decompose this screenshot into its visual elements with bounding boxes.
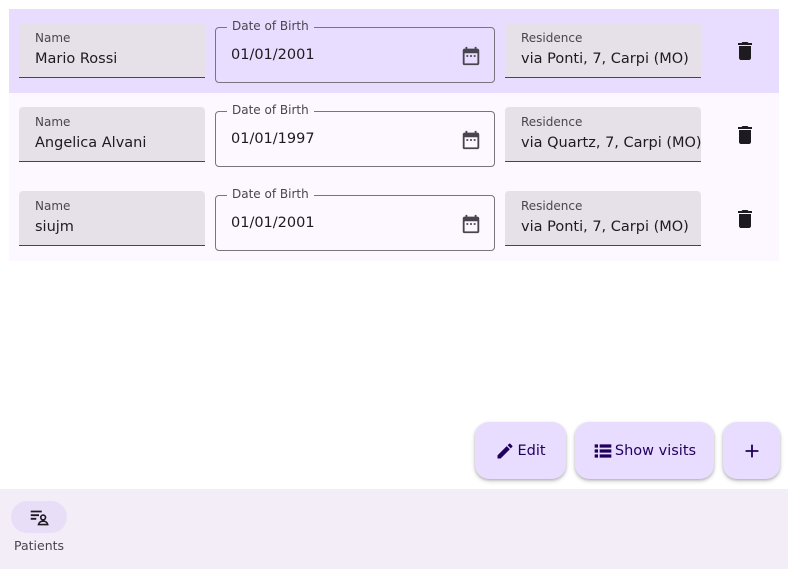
date-of-birth-field[interactable]: Date of Birth 01/01/2001 xyxy=(215,187,495,251)
name-field[interactable]: Name siujm xyxy=(19,191,205,246)
residence-field[interactable]: Residence via Quartz, 7, Carpi (MO) xyxy=(505,107,702,162)
date-of-birth-field[interactable]: Date of Birth 01/01/2001 xyxy=(215,19,495,83)
pencil-icon xyxy=(497,442,513,458)
name-label: Name xyxy=(35,115,71,129)
date-of-birth-value: 01/01/2001 xyxy=(231,215,315,231)
date-of-birth-label: Date of Birth xyxy=(227,103,314,117)
name-value: Mario Rossi xyxy=(35,51,118,67)
residence-value: via Ponti, 7, Carpi (MO) xyxy=(521,51,689,67)
date-of-birth-value: 01/01/1997 xyxy=(231,131,315,147)
patient-row[interactable]: Name siujm Date of Birth 01/01/2001 Resi… xyxy=(9,177,779,261)
show-visits-button-label: Show visits xyxy=(614,442,697,459)
trash-icon[interactable] xyxy=(733,123,757,147)
residence-value: via Quartz, 7, Carpi (MO) xyxy=(521,135,702,151)
name-label: Name xyxy=(35,199,71,213)
patient-list: Name Mario Rossi Date of Birth 01/01/200… xyxy=(9,9,779,261)
patient-row[interactable]: Name Mario Rossi Date of Birth 01/01/200… xyxy=(9,9,779,93)
add-patient-button[interactable] xyxy=(723,422,780,479)
calendar-icon[interactable] xyxy=(460,45,482,67)
app: Name Mario Rossi Date of Birth 01/01/200… xyxy=(0,0,788,569)
residence-label: Residence xyxy=(521,199,583,213)
plus-icon xyxy=(745,444,758,457)
name-field[interactable]: Name Mario Rossi xyxy=(19,23,205,78)
nav-active-indicator xyxy=(11,501,67,533)
person-list-icon xyxy=(30,510,49,526)
list-icon xyxy=(594,443,612,458)
date-of-birth-value: 01/01/2001 xyxy=(231,47,315,63)
trash-icon[interactable] xyxy=(733,207,757,231)
calendar-icon[interactable] xyxy=(460,129,482,151)
name-label: Name xyxy=(35,31,71,45)
residence-field[interactable]: Residence via Ponti, 7, Carpi (MO) xyxy=(505,191,701,246)
residence-label: Residence xyxy=(521,31,583,45)
patient-row[interactable]: Name Angelica Alvani Date of Birth 01/01… xyxy=(9,93,779,177)
edit-button-label: Edit xyxy=(517,442,546,459)
name-field[interactable]: Name Angelica Alvani xyxy=(19,107,205,162)
date-of-birth-label: Date of Birth xyxy=(227,187,314,201)
show-visits-button[interactable]: Show visits xyxy=(575,422,714,479)
nav-item-patients[interactable]: Patients xyxy=(11,501,67,553)
date-of-birth-label: Date of Birth xyxy=(227,19,314,33)
nav-item-label: Patients xyxy=(14,538,65,553)
trash-icon[interactable] xyxy=(733,39,757,63)
residence-label: Residence xyxy=(521,115,583,129)
name-value: siujm xyxy=(35,219,74,235)
edit-button[interactable]: Edit xyxy=(475,422,566,479)
residence-field[interactable]: Residence via Ponti, 7, Carpi (MO) xyxy=(505,23,701,78)
date-of-birth-field[interactable]: Date of Birth 01/01/1997 xyxy=(215,103,495,167)
bottom-navigation-bar: Patients xyxy=(0,489,788,569)
name-value: Angelica Alvani xyxy=(35,135,147,151)
residence-value: via Ponti, 7, Carpi (MO) xyxy=(521,219,689,235)
calendar-icon[interactable] xyxy=(460,213,482,235)
